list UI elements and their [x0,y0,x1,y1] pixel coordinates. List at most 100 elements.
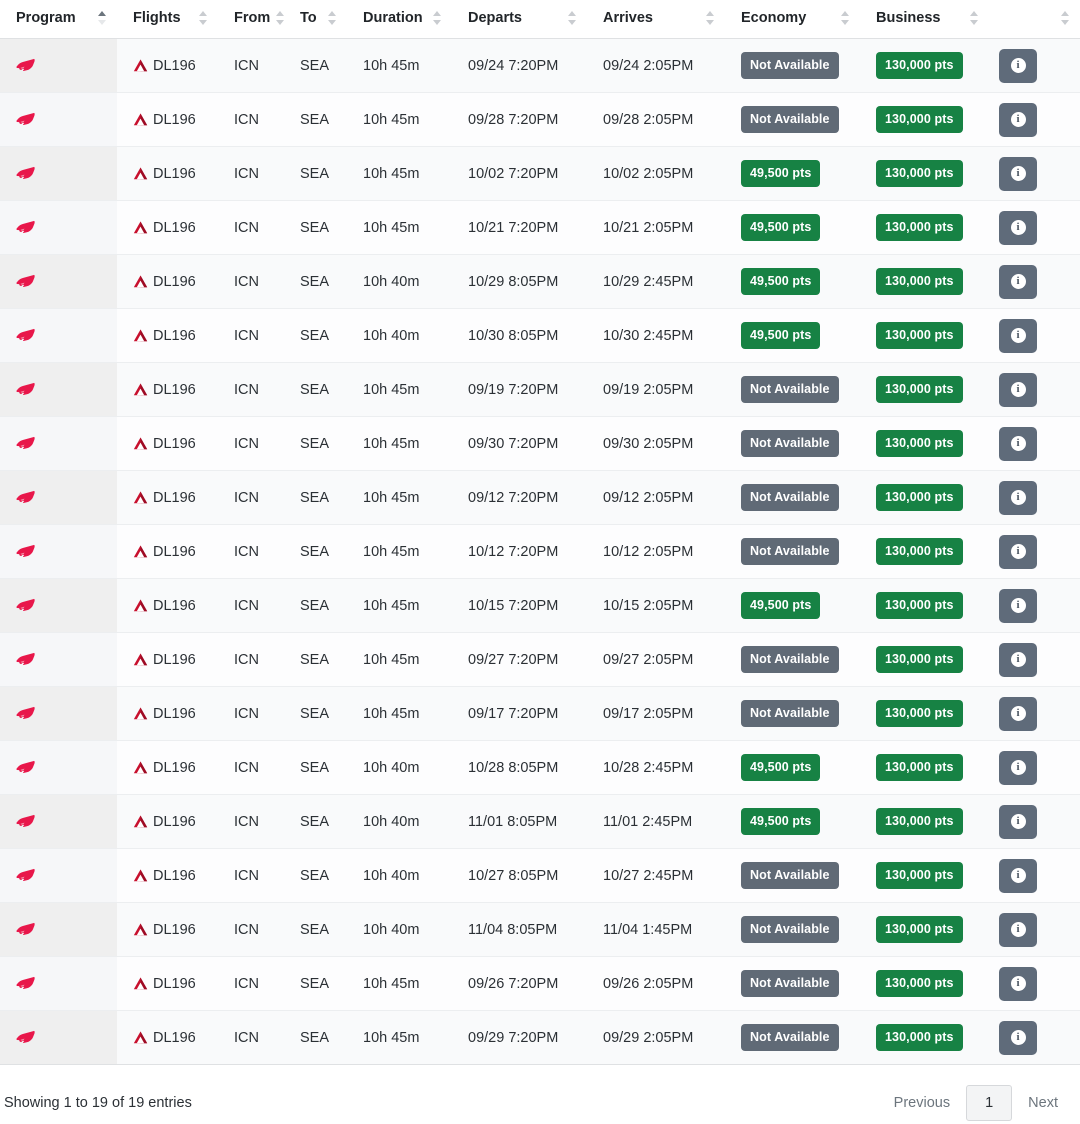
qantas-logo-icon [16,274,35,289]
business-award-badge: 130,000 pts [876,592,963,619]
pagination-next-button[interactable]: Next [1012,1085,1074,1121]
cell-arrives: 11/04 1:45PM [587,902,725,957]
cell-flight: DL196 [117,848,218,903]
flight-details-button[interactable]: i [999,966,1037,1001]
cell-arrives: 11/01 2:45PM [587,794,725,849]
table-row[interactable]: DL196 ICN SEA 10h 45m 10/21 7:20PM 10/21 2:05… [0,200,1080,255]
cell-program [0,848,117,903]
cell-flight: DL196 [117,92,218,147]
cell-destination: SEA [284,956,347,1011]
cell-details: i [989,146,1080,201]
flight-details-button[interactable]: i [999,534,1037,569]
sort-indicator-icon[interactable] [1061,11,1070,25]
sort-indicator-icon[interactable] [841,11,850,25]
pagination-previous-button[interactable]: Previous [878,1085,966,1121]
cell-destination: SEA [284,740,347,795]
flight-details-button[interactable]: i [999,588,1037,623]
flight-details-button[interactable]: i [999,318,1037,353]
table-row[interactable]: DL196 ICN SEA 10h 45m 09/26 7:20PM 09/26 2:05… [0,956,1080,1011]
table-row[interactable]: DL196 ICN SEA 10h 40m 10/27 8:05PM 10/27 2:45… [0,848,1080,903]
flight-details-button[interactable]: i [999,750,1037,785]
flight-details-button[interactable]: i [999,480,1037,515]
info-icon: i [1010,274,1026,289]
flight-details-button[interactable]: i [999,858,1037,893]
table-row[interactable]: DL196 ICN SEA 10h 45m 09/29 7:20PM 09/29 2:05… [0,1010,1080,1065]
column-header-arrives[interactable]: Arrives [587,0,725,39]
sort-indicator-icon[interactable] [199,11,208,25]
sort-indicator-icon[interactable] [706,11,715,25]
flight-details-button[interactable]: i [999,642,1037,677]
column-header-duration[interactable]: Duration [347,0,452,39]
table-row[interactable]: DL196 ICN SEA 10h 45m 09/19 7:20PM 09/19 2:05… [0,362,1080,417]
info-icon: i [1010,1030,1026,1045]
cell-business: 130,000 pts [860,308,989,363]
column-header-business[interactable]: Business [860,0,989,39]
cell-departs: 09/30 7:20PM [452,416,587,471]
business-award-badge: 130,000 pts [876,160,963,187]
flight-details-button[interactable]: i [999,426,1037,461]
table-row[interactable]: DL196 ICN SEA 10h 45m 09/24 7:20PM 09/24 2:05… [0,38,1080,93]
column-header-departs[interactable]: Departs [452,0,587,39]
info-icon: i [1010,976,1026,991]
table-row[interactable]: DL196 ICN SEA 10h 45m 10/02 7:20PM 10/02 2:05… [0,146,1080,201]
table-row[interactable]: DL196 ICN SEA 10h 45m 09/12 7:20PM 09/12 2:05… [0,470,1080,525]
cell-origin: ICN [218,740,284,795]
cell-program [0,38,117,93]
flight-details-button[interactable]: i [999,912,1037,947]
economy-award-badge: Not Available [741,700,839,727]
column-header-program[interactable]: Program [0,0,117,39]
sort-indicator-icon[interactable] [433,11,442,25]
cell-flight: DL196 [117,632,218,687]
cell-program [0,686,117,741]
table-row[interactable]: DL196 ICN SEA 10h 40m 10/29 8:05PM 10/29 2:45… [0,254,1080,309]
cell-duration: 10h 40m [347,902,452,957]
flight-details-button[interactable]: i [999,264,1037,299]
cell-arrives: 09/24 2:05PM [587,38,725,93]
column-header-to[interactable]: To [284,0,347,39]
sort-indicator-icon[interactable] [970,11,979,25]
sort-indicator-icon[interactable] [98,11,107,25]
table-row[interactable]: DL196 ICN SEA 10h 45m 09/28 7:20PM 09/28 2:05… [0,92,1080,147]
business-award-badge: 130,000 pts [876,484,963,511]
table-row[interactable]: DL196 ICN SEA 10h 45m 09/27 7:20PM 09/27 2:05… [0,632,1080,687]
table-row[interactable]: DL196 ICN SEA 10h 40m 11/04 8:05PM 11/04 1:45… [0,902,1080,957]
column-header-economy[interactable]: Economy [725,0,860,39]
flight-details-button[interactable]: i [999,156,1037,191]
table-row[interactable]: DL196 ICN SEA 10h 40m 10/30 8:05PM 10/30 2:45… [0,308,1080,363]
delta-airlines-icon [133,653,148,666]
flight-details-button[interactable]: i [999,48,1037,83]
column-header-flights[interactable]: Flights [117,0,218,39]
cell-program [0,416,117,471]
flight-details-button[interactable]: i [999,696,1037,731]
sort-indicator-icon[interactable] [568,11,577,25]
sort-indicator-icon[interactable] [328,11,337,25]
award-availability-table-container: Program Flights From To Duration Departs… [0,0,1080,1124]
table-row[interactable]: DL196 ICN SEA 10h 45m 10/12 7:20PM 10/12 2:05… [0,524,1080,579]
pagination-page-1-button[interactable]: 1 [966,1084,1013,1121]
business-award-badge: 130,000 pts [876,754,963,781]
flight-details-button[interactable]: i [999,804,1037,839]
column-header-from[interactable]: From [218,0,285,39]
flight-number: DL196 [153,597,196,614]
table-row[interactable]: DL196 ICN SEA 10h 40m 10/28 8:05PM 10/28 2:45… [0,740,1080,795]
flight-details-button[interactable]: i [999,102,1037,137]
info-icon: i [1010,58,1026,73]
cell-duration: 10h 40m [347,740,452,795]
column-header-details[interactable] [989,0,1080,39]
cell-origin: ICN [218,200,284,255]
cell-departs: 10/28 8:05PM [452,740,587,795]
flight-details-button[interactable]: i [999,210,1037,245]
economy-award-badge: Not Available [741,106,839,133]
cell-origin: ICN [218,524,284,579]
qantas-logo-icon [16,760,35,775]
table-row[interactable]: DL196 ICN SEA 10h 45m 09/17 7:20PM 09/17 2:05… [0,686,1080,741]
table-row[interactable]: DL196 ICN SEA 10h 40m 11/01 8:05PM 11/01 2:45… [0,794,1080,849]
table-row[interactable]: DL196 ICN SEA 10h 45m 10/15 7:20PM 10/15 2:05… [0,578,1080,633]
cell-origin: ICN [218,38,284,93]
cell-arrives: 10/02 2:05PM [587,146,725,201]
flight-details-button[interactable]: i [999,1020,1037,1055]
cell-departs: 09/24 7:20PM [452,38,587,93]
business-award-badge: 130,000 pts [876,916,963,943]
flight-details-button[interactable]: i [999,372,1037,407]
table-row[interactable]: DL196 ICN SEA 10h 45m 09/30 7:20PM 09/30 2:05… [0,416,1080,471]
